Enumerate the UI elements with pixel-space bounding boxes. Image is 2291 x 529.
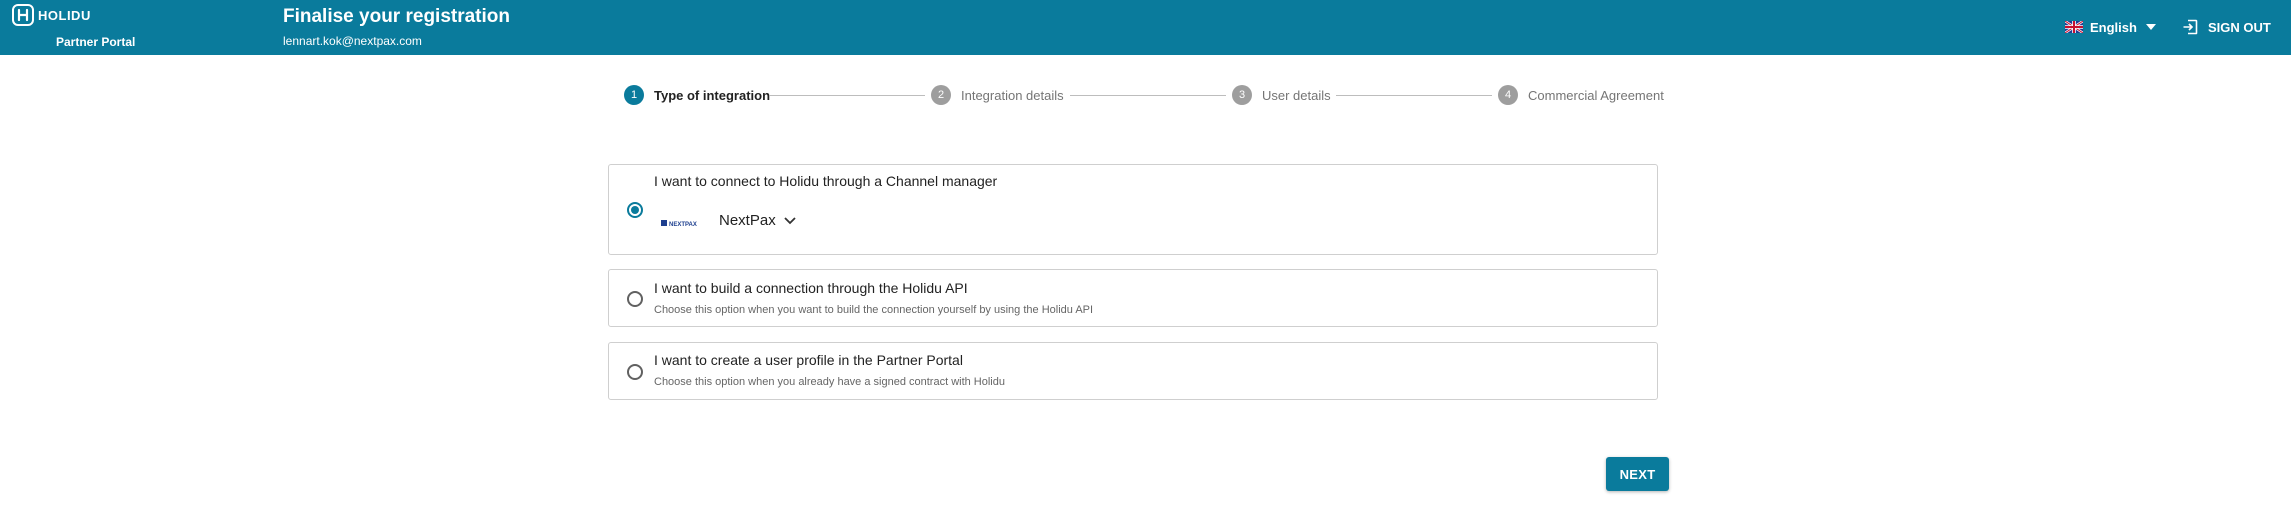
step-connector (769, 95, 925, 96)
brand[interactable]: HOLIDU Partner Portal (12, 4, 162, 52)
option-holidu-api[interactable]: I want to build a connection through the… (608, 269, 1658, 327)
channel-manager-value: NextPax (719, 212, 776, 229)
language-selector[interactable]: English (2065, 18, 2156, 36)
option-title: I want to build a connection through the… (654, 280, 968, 296)
portal-label: Partner Portal (56, 35, 136, 49)
step-label: Type of integration (654, 87, 771, 103)
channel-manager-select[interactable]: NextPax (719, 212, 796, 229)
step-commercial-agreement[interactable]: 4 Commercial Agreement (1498, 84, 1664, 106)
step-label: Commercial Agreement (1528, 87, 1664, 103)
step-integration-details[interactable]: 2 Integration details (931, 84, 1064, 106)
step-connector (1336, 95, 1492, 96)
sign-out-icon (2183, 19, 2198, 35)
chevron-down-icon (784, 216, 796, 224)
language-label: English (2090, 19, 2137, 35)
logo-text: HOLIDU (38, 8, 91, 23)
page-title: Finalise your registration (283, 6, 510, 27)
top-app-bar: HOLIDU Partner Portal Finalise your regi… (0, 0, 2291, 55)
step-number: 3 (1232, 85, 1252, 105)
sign-out-button[interactable]: SIGN OUT (2182, 18, 2271, 36)
holidu-h-icon (12, 4, 34, 26)
uk-flag-icon (2065, 21, 2083, 33)
user-email: lennart.kok@nextpax.com (283, 34, 422, 48)
sign-out-label: SIGN OUT (2208, 19, 2271, 35)
svg-text:NEXTPAX: NEXTPAX (669, 222, 697, 228)
step-user-details[interactable]: 3 User details (1232, 84, 1331, 106)
nextpax-logo: NEXTPAX (661, 220, 697, 228)
option-description: Choose this option when you want to buil… (654, 304, 1094, 316)
radio-partner-portal-profile[interactable] (627, 364, 643, 380)
option-title: I want to connect to Holidu through a Ch… (654, 173, 998, 189)
radio-channel-manager[interactable] (627, 202, 643, 218)
step-number: 1 (624, 85, 644, 105)
registration-stepper: 1 Type of integration 2 Integration deta… (624, 84, 1664, 106)
radio-holidu-api[interactable] (627, 291, 643, 307)
caret-down-icon (2145, 24, 2156, 30)
option-title: I want to create a user profile in the P… (654, 352, 963, 368)
step-number: 4 (1498, 85, 1518, 105)
next-button[interactable]: NEXT (1606, 457, 1669, 491)
step-label: Integration details (961, 87, 1064, 103)
step-type-of-integration[interactable]: 1 Type of integration (624, 84, 770, 106)
option-description: Choose this option when you already have… (654, 376, 1005, 388)
option-partner-portal-profile[interactable]: I want to create a user profile in the P… (608, 342, 1658, 400)
step-number: 2 (931, 85, 951, 105)
option-channel-manager[interactable]: I want to connect to Holidu through a Ch… (608, 164, 1658, 255)
step-label: User details (1262, 87, 1331, 103)
step-connector (1070, 95, 1226, 96)
